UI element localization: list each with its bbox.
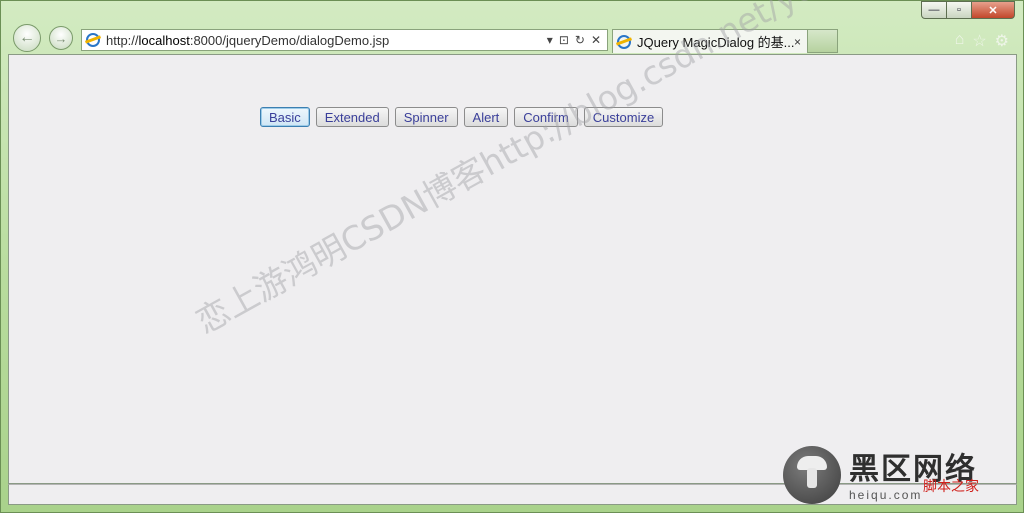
browser-window: — ▫ ✕ ← → http://localhost:8000/jqueryDe… (0, 0, 1024, 513)
back-arrow-icon: ← (19, 29, 35, 46)
forward-arrow-icon: → (54, 30, 68, 46)
tab-close-icon[interactable]: × (794, 35, 801, 49)
back-button[interactable]: ← (13, 24, 41, 52)
basic-button[interactable]: Basic (260, 107, 310, 127)
stop-icon[interactable]: ✕ (591, 33, 601, 47)
dropdown-icon[interactable]: ▾ (547, 33, 553, 47)
address-url[interactable]: http://localhost:8000/jqueryDemo/dialogD… (106, 33, 547, 48)
close-window-button[interactable]: ✕ (971, 1, 1015, 19)
url-prefix: http:// (106, 32, 139, 48)
browser-toolbar-right: ⌂ ☆ ⚙ (955, 31, 1009, 51)
tab-ie-icon (617, 34, 631, 49)
forward-button[interactable]: → (49, 26, 73, 50)
refresh-icon[interactable]: ↻ (575, 33, 585, 47)
spinner-button[interactable]: Spinner (394, 107, 458, 127)
alert-button[interactable]: Alert (463, 107, 509, 127)
window-controls: — ▫ ✕ (921, 1, 1015, 19)
address-tools: ▾ ⊡ ↻ ✕ (547, 33, 601, 47)
minimize-button[interactable]: — (921, 1, 947, 19)
site-logo: 黑区网络 脚本之家 heiqu.com (783, 444, 1015, 506)
mushroom-stem-icon (807, 468, 817, 488)
url-path: :8000/jqueryDemo/dialogDemo.jsp (189, 32, 390, 48)
settings-gear-icon[interactable]: ⚙ (995, 31, 1009, 51)
new-tab-button[interactable] (808, 29, 838, 53)
logo-subtitle: 脚本之家 (923, 478, 979, 494)
extended-button[interactable]: Extended (315, 107, 389, 127)
logo-url: heiqu.com (849, 488, 923, 502)
maximize-button[interactable]: ▫ (946, 1, 972, 19)
favorites-star-icon[interactable]: ☆ (972, 31, 986, 51)
home-icon[interactable]: ⌂ (955, 31, 965, 51)
url-host: localhost (138, 32, 190, 48)
compat-view-icon[interactable]: ⊡ (559, 33, 569, 47)
ie-page-icon (86, 33, 100, 47)
address-bar[interactable]: http://localhost:8000/jqueryDemo/dialogD… (81, 29, 608, 51)
